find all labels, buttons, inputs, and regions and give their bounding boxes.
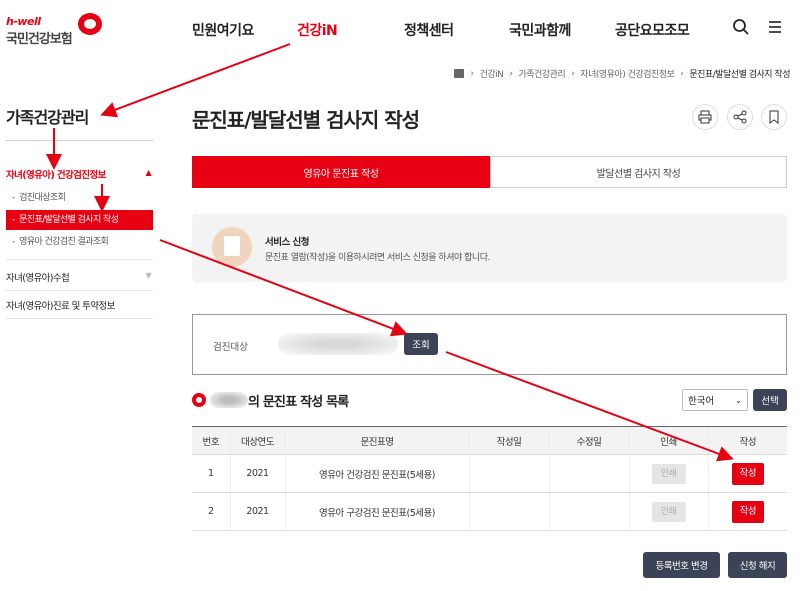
print-icon[interactable] [692, 104, 718, 130]
lnb-group-child-checkup[interactable]: 자녀(영유아) 건강검진정보 ▲ [6, 167, 153, 181]
list-bullet-icon [192, 393, 206, 407]
col-header: 작성 [707, 426, 787, 455]
page-title: 문진표/발달선별 검사지 작성 [192, 108, 420, 132]
document-icon [212, 227, 252, 267]
search-label: 검진대상 [213, 342, 248, 353]
bookmark-icon[interactable] [761, 104, 787, 130]
logo-text[interactable]: 국민건강보험 [6, 28, 73, 47]
service-title: 서비스 신청 [265, 237, 310, 248]
table-row: 2 2021 영유아 구강검진 문진표(5세용) 인쇄 작성 [192, 492, 787, 531]
cell-no: 2 [192, 492, 230, 531]
cell-print: 인쇄 [628, 454, 708, 493]
lnb-divider [6, 290, 153, 291]
share-icon[interactable] [727, 104, 753, 130]
cell-modified [548, 454, 629, 493]
cell-print: 인쇄 [628, 492, 708, 531]
cell-year: 2021 [229, 492, 285, 531]
col-header: 수정일 [548, 426, 629, 455]
chevron-up-icon: ▲ [145, 168, 151, 177]
chevron-down-icon: ▼ [145, 271, 151, 280]
col-header: 작성일 [468, 426, 549, 455]
breadcrumb-item[interactable]: 가족건강관리 [519, 67, 566, 80]
col-header: 문진표명 [284, 426, 469, 455]
lnb-divider [6, 140, 153, 141]
service-notice-box [192, 214, 787, 282]
breadcrumb-current: 문진표/발달선별 검사지 작성 [689, 70, 790, 80]
cell-modified [548, 492, 629, 531]
cell-write: 작성 [707, 454, 787, 493]
lnb-sub-target-lookup[interactable]: - 검진대상조회 [6, 188, 153, 208]
cell-name: 영유아 구강검진 문진표(5세용) [284, 492, 469, 531]
questionnaire-table: 번호 대상연도 문진표명 작성일 수정일 인쇄 작성 1 2021 영유아 건강… [192, 426, 787, 531]
cell-name: 영유아 건강검진 문진표(5세용) [284, 454, 469, 493]
menu-icon[interactable] [766, 18, 784, 36]
lnb-divider [6, 259, 153, 260]
cell-no: 1 [192, 454, 230, 493]
cancel-subscription-button[interactable]: 신청 해지 [728, 552, 787, 578]
table-row: 1 2021 영유아 건강검진 문진표(5세용) 인쇄 작성 [192, 454, 787, 493]
change-reg-number-button[interactable]: 등록번호 변경 [643, 552, 720, 578]
cell-year: 2021 [229, 454, 285, 493]
lookup-button[interactable]: 조회 [404, 333, 438, 355]
breadcrumb-item[interactable]: 건강iN [480, 67, 504, 80]
language-select-button[interactable]: 선택 [753, 389, 787, 411]
cell-written [468, 454, 549, 493]
lnb-sub-result-lookup[interactable]: - 영유아 건강검진 결과조회 [6, 232, 153, 252]
breadcrumb: › 건강iN › 가족건강관리 › 자녀(영유아) 건강검진정보 › 문진표/발… [450, 67, 790, 80]
list-title: 의 문진표 작성 목록 [248, 395, 349, 410]
lnb-divider [6, 318, 153, 319]
chevron-down-icon: ⌄ [735, 395, 742, 405]
breadcrumb-item[interactable]: 자녀(영유아) 건강검진정보 [580, 67, 674, 80]
gnb-item-health-in[interactable]: 건강iN [297, 20, 338, 40]
gnb-item-policy[interactable]: 정책센터 [404, 20, 454, 40]
print-button: 인쇄 [651, 501, 686, 522]
lnb-group-medication[interactable]: 자녀(영유아)진료 및 투약정보 [6, 298, 153, 312]
tab-development-screening[interactable]: 발달선별 검사지 작성 [490, 156, 787, 188]
lnb-group-handbook[interactable]: 자녀(영유아)수첩 ▼ [6, 270, 153, 284]
home-icon[interactable] [454, 69, 465, 78]
gnb-item-nhis-info[interactable]: 공단요모조모 [615, 20, 690, 40]
print-button: 인쇄 [651, 463, 686, 484]
blurred-child-name [210, 392, 248, 408]
gnb-item-civil[interactable]: 민원여기요 [192, 20, 254, 40]
col-header: 대상연도 [229, 426, 285, 455]
tab-infant-questionnaire[interactable]: 영유아 문진표 작성 [192, 156, 490, 188]
gnb-item-with-people[interactable]: 국민과함께 [509, 20, 571, 40]
search-icon[interactable] [732, 18, 750, 36]
logo-mark-icon [78, 13, 102, 35]
blurred-name-field[interactable] [278, 333, 398, 355]
lnb-title: 가족건강관리 [6, 108, 89, 127]
language-select[interactable]: 한국어 ⌄ [682, 389, 748, 411]
lnb-sub-questionnaire[interactable]: - 문진표/발달선별 검사지 작성 [6, 210, 153, 230]
logo-tagline: h-well [6, 15, 41, 28]
write-button[interactable]: 작성 [731, 462, 764, 485]
col-header: 인쇄 [628, 426, 708, 455]
col-header: 번호 [192, 426, 230, 455]
cell-write: 작성 [707, 492, 787, 531]
cell-written [468, 492, 549, 531]
service-desc: 문진표 열람(작성)을 이용하시려면 서비스 신청을 하셔야 합니다. [265, 253, 490, 263]
write-button[interactable]: 작성 [731, 500, 764, 523]
